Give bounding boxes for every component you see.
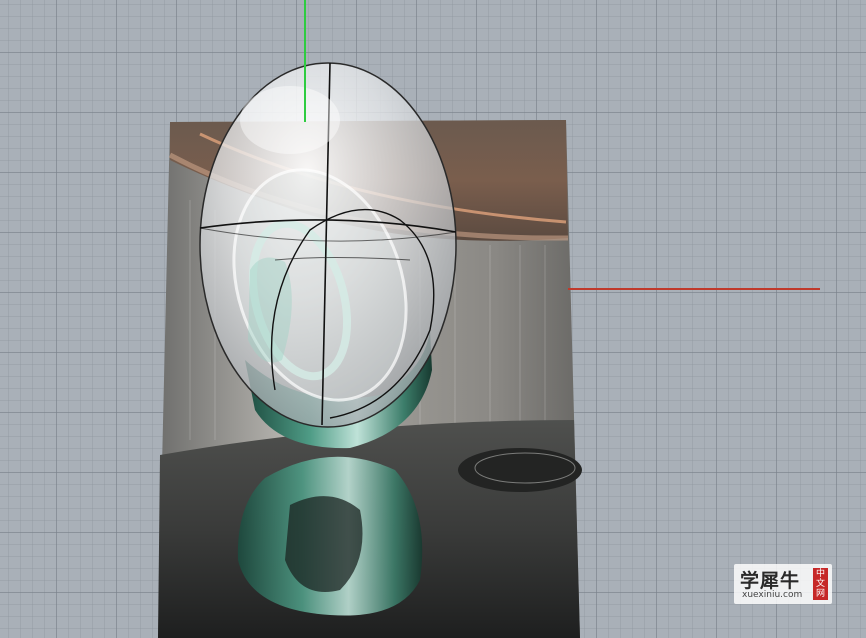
watermark-url: xuexiniu.com bbox=[742, 590, 803, 600]
x-axis-line bbox=[568, 288, 820, 290]
egg-surface-model[interactable] bbox=[199, 62, 457, 428]
watermark-brand: 学犀牛 bbox=[740, 570, 801, 592]
scene-canvas[interactable] bbox=[0, 0, 866, 638]
watermark-logo: 学犀牛 xuexiniu.com 中文网 bbox=[734, 564, 832, 604]
y-axis-line bbox=[304, 0, 306, 122]
watermark-seal: 中文网 bbox=[813, 568, 828, 600]
perspective-viewport[interactable]: 学犀牛 xuexiniu.com 中文网 bbox=[0, 0, 866, 638]
